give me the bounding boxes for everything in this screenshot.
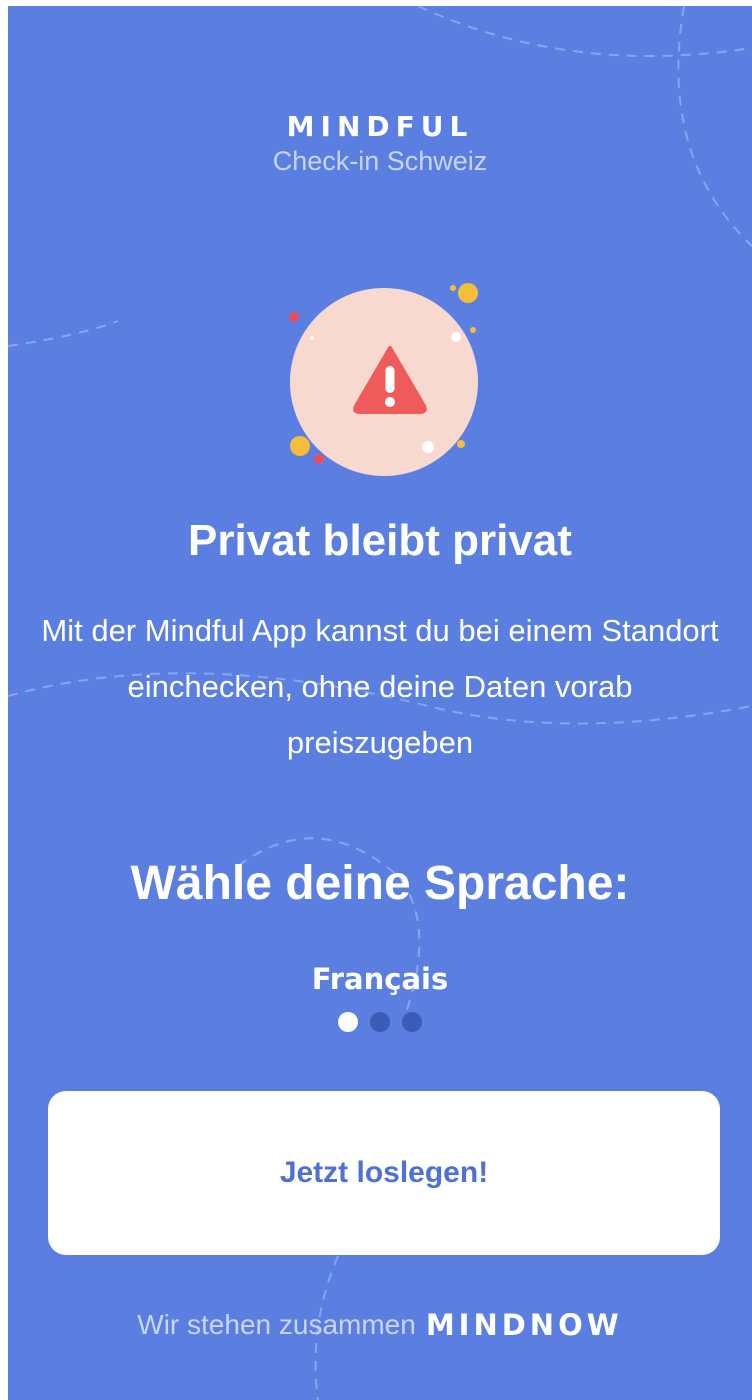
start-button[interactable]: Jetzt loslegen! [48, 1091, 720, 1255]
intro-headline: Privat bleibt privat [188, 516, 572, 565]
app-subtitle: Check-in Schweiz [272, 146, 488, 176]
app-screen: MINDFUL Check-in Schweiz Privat bleibt p… [0, 0, 752, 1400]
pagination-dot[interactable] [370, 1012, 390, 1032]
language-title: Wähle deine Sprache: [130, 857, 630, 910]
pagination-dot[interactable] [402, 1012, 422, 1032]
privacy-illustration [289, 283, 478, 476]
language-pagination [8, 1012, 752, 1032]
brand-logo: MINDFUL [286, 110, 474, 143]
language-selector[interactable]: Français [8, 962, 752, 996]
footer-text: Wir stehen zusammen [137, 1309, 416, 1340]
footer: Wir stehen zusammen MINDNOW [8, 1308, 752, 1342]
intro-description: Mit der Mindful App kannst du bei einem … [41, 613, 719, 760]
partner-logo: MINDNOW [425, 1308, 623, 1342]
pagination-dot-active[interactable] [338, 1012, 358, 1032]
onboarding-panel: MINDFUL Check-in Schweiz Privat bleibt p… [8, 6, 752, 1400]
